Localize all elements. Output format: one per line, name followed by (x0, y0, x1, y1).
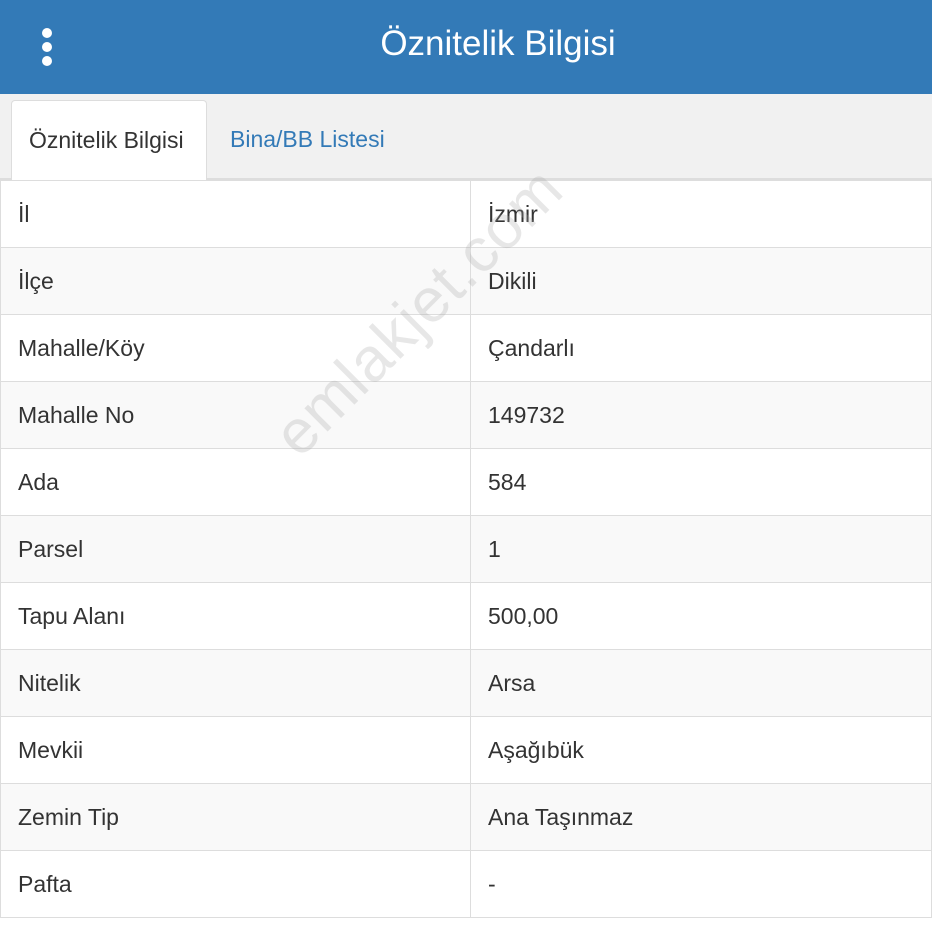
attribute-table: İl İzmir İlçe Dikili Mahalle/Köy Çandarl… (0, 180, 932, 918)
attribute-key: Parsel (0, 515, 471, 583)
attribute-value: Aşağıbük (470, 716, 932, 784)
table-row: Zemin Tip Ana Taşınmaz (0, 783, 932, 851)
attribute-key: Pafta (0, 850, 471, 918)
table-row: Nitelik Arsa (0, 649, 932, 717)
tab-attribute-info[interactable]: Öznitelik Bilgisi (11, 100, 207, 182)
attribute-value: Arsa (470, 649, 932, 717)
attribute-key: Nitelik (0, 649, 471, 717)
table-row: Mahalle/Köy Çandarlı (0, 314, 932, 382)
attribute-value: 500,00 (470, 582, 932, 650)
attribute-key: İl (0, 180, 471, 248)
table-row: Ada 584 (0, 448, 932, 516)
attribute-value: Ana Taşınmaz (470, 783, 932, 851)
page: Öznitelik Bilgisi Öznitelik Bilgisi Bina… (0, 0, 932, 928)
attribute-value: Çandarlı (470, 314, 932, 382)
attribute-key: Tapu Alanı (0, 582, 471, 650)
page-title: Öznitelik Bilgisi (380, 24, 616, 63)
table-row: Tapu Alanı 500,00 (0, 582, 932, 650)
table-row: Pafta - (0, 850, 932, 918)
table-row: İl İzmir (0, 180, 932, 248)
attribute-key: Mevkii (0, 716, 471, 784)
tab-building-list[interactable]: Bina/BB Listesi (213, 100, 402, 180)
attribute-key: Zemin Tip (0, 783, 471, 851)
attribute-key: Mahalle No (0, 381, 471, 449)
attribute-value: 149732 (470, 381, 932, 449)
attribute-value: 1 (470, 515, 932, 583)
attribute-key: Mahalle/Köy (0, 314, 471, 382)
attribute-value: - (470, 850, 932, 918)
attribute-key: Ada (0, 448, 471, 516)
header-bar: Öznitelik Bilgisi (0, 0, 932, 94)
attribute-value: 584 (470, 448, 932, 516)
attribute-value: Dikili (470, 247, 932, 315)
attribute-key: İlçe (0, 247, 471, 315)
attribute-value: İzmir (470, 180, 932, 248)
table-row: Mahalle No 149732 (0, 381, 932, 449)
table-row: Parsel 1 (0, 515, 932, 583)
tab-bar: Öznitelik Bilgisi Bina/BB Listesi (0, 94, 932, 182)
table-row: Mevkii Aşağıbük (0, 716, 932, 784)
table-row: İlçe Dikili (0, 247, 932, 315)
